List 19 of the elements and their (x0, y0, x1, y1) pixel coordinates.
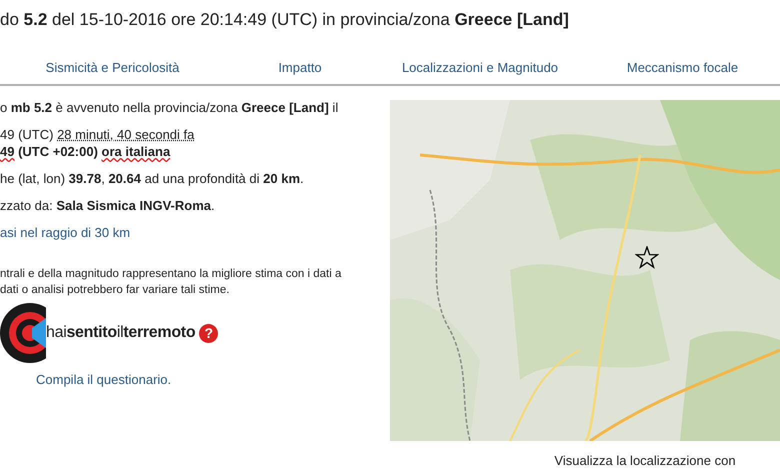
tab[interactable]: Sismicità e Pericolosità (0, 58, 225, 84)
questionnaire-link[interactable]: Compila il questionario. (36, 372, 390, 387)
tab[interactable]: Meccanismo focale (585, 58, 780, 84)
located-by-text: zzato da: Sala Sismica INGV-Roma. (0, 198, 216, 213)
map-caption: Visualizza la localizzazione con (553, 453, 737, 468)
disclaimer-text: dati o analisi potrebbero far variare tali stime. (0, 284, 230, 296)
nearby-towns-link[interactable]: asi nel raggio di 30 km (0, 225, 390, 240)
utc-time-text: 49 (UTC) 28 minuti, 40 secondi fa (0, 127, 196, 142)
location-text: he (lat, lon) 39.78, 20.64 ad una profondità di 20 km. (0, 171, 305, 186)
tab[interactable]: Localizzazioni e Magnitudo (375, 58, 585, 84)
logo-text: haisentitoilterremoto (46, 324, 196, 342)
summary-text: o mb 5.2 è avvenuto nella provincia/zona Greece [Land] il (0, 100, 340, 115)
disclaimer-text: ntrali e della magnitudo rappresentano la migliore stima con i dati a (0, 268, 342, 280)
page-title: do 5.2 del 15-10-2016 ore 20:14:49 (UTC) in provincia/zona Greece [Land] (0, 9, 570, 31)
tab[interactable]: Impatto (225, 58, 375, 84)
target-megaphone-icon (0, 302, 46, 364)
help-badge[interactable]: ? (199, 324, 218, 342)
star-icon (635, 246, 659, 269)
local-time-text: 49 (UTC +02:00) ora italiana (0, 144, 172, 159)
